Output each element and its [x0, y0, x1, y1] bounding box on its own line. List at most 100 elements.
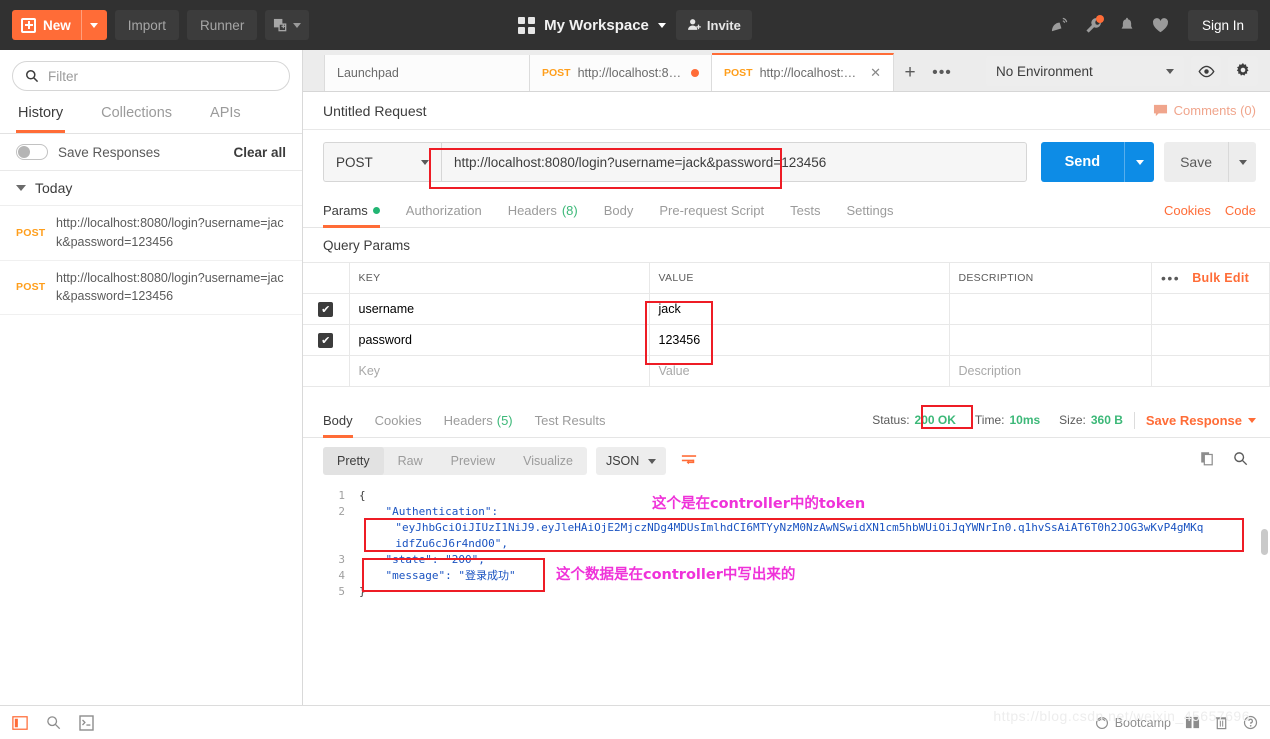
- sidebar-toggle-button[interactable]: [12, 715, 28, 731]
- clear-all-button[interactable]: Clear all: [233, 145, 286, 160]
- filter-input[interactable]: Filter: [12, 61, 290, 91]
- response-tab-test-results[interactable]: Test Results: [535, 403, 606, 438]
- view-mode-preview[interactable]: Preview: [437, 447, 509, 475]
- row-description[interactable]: [949, 324, 1152, 356]
- history-method: POST: [16, 226, 46, 239]
- row-value[interactable]: 123456: [649, 324, 950, 356]
- workspace-selector[interactable]: My Workspace: [518, 16, 666, 34]
- row-key[interactable]: username: [349, 293, 650, 325]
- heart-icon[interactable]: [1151, 16, 1170, 35]
- row-checkbox[interactable]: ✔: [318, 332, 334, 348]
- save-options-button[interactable]: [1228, 142, 1256, 182]
- request-tab-settings[interactable]: Settings: [846, 194, 893, 228]
- row-checkbox[interactable]: ✔: [318, 301, 334, 317]
- environment-area: No Environment: [986, 56, 1270, 91]
- send-button[interactable]: Send: [1040, 142, 1125, 182]
- new-button-label: New: [43, 17, 71, 33]
- url-input[interactable]: http://localhost:8080/login?username=jac…: [441, 142, 1027, 182]
- row-checkbox-cell: [303, 355, 350, 387]
- row-key[interactable]: password: [349, 324, 650, 356]
- query-params-table: KEY VALUE DESCRIPTION ••• Bulk Edit ✔ us…: [303, 262, 1270, 387]
- environment-quick-look-button[interactable]: [1191, 56, 1221, 86]
- invite-label: Invite: [706, 17, 741, 33]
- view-mode-raw[interactable]: Raw: [384, 447, 437, 475]
- response-json[interactable]: { "Authentication": "eyJhbGciOiJIUzI1NiJ…: [345, 483, 1270, 705]
- runner-button[interactable]: Runner: [187, 10, 258, 40]
- eye-icon: [1197, 65, 1215, 77]
- history-group-label: Today: [35, 180, 73, 196]
- new-value-input[interactable]: Value: [649, 355, 950, 387]
- request-title[interactable]: Untitled Request: [323, 103, 427, 119]
- code-link[interactable]: Code: [1225, 203, 1256, 218]
- import-button[interactable]: Import: [114, 10, 180, 40]
- vertical-scrollbar[interactable]: [1261, 529, 1268, 555]
- header-key: KEY: [349, 262, 650, 294]
- params-options-button[interactable]: •••: [1161, 270, 1180, 286]
- view-mode-visualize[interactable]: Visualize: [509, 447, 587, 475]
- top-bar: New Import Runner My Workspace Invite Si…: [0, 0, 1270, 50]
- request-tab-params[interactable]: Params: [323, 194, 380, 228]
- comments-label: Comments (0): [1173, 103, 1256, 118]
- send-options-button[interactable]: [1124, 142, 1155, 182]
- bell-icon[interactable]: [1118, 16, 1136, 34]
- wrench-icon[interactable]: [1084, 14, 1104, 35]
- bulk-edit-button[interactable]: Bulk Edit: [1192, 271, 1249, 285]
- new-description-input[interactable]: Description: [949, 355, 1152, 387]
- cookies-link[interactable]: Cookies: [1164, 203, 1211, 218]
- response-code-area[interactable]: 12345 { "Authentication": "eyJhbGciOiJIU…: [303, 483, 1270, 705]
- close-icon[interactable]: ✕: [870, 65, 881, 81]
- request-tab-body[interactable]: Body: [604, 194, 634, 228]
- sidebar-tab-apis[interactable]: APIs: [208, 99, 243, 133]
- save-responses-toggle[interactable]: [16, 144, 48, 160]
- tab-request-1[interactable]: POST http://localhost:8080/lo...: [530, 55, 712, 91]
- settings-button[interactable]: [1228, 56, 1258, 86]
- wrap-lines-button[interactable]: [675, 447, 703, 475]
- row-checkbox-cell: ✔: [303, 324, 350, 356]
- find-button[interactable]: [46, 715, 61, 730]
- tab-options-button[interactable]: •••: [926, 55, 958, 91]
- new-button-dropdown[interactable]: [80, 10, 107, 40]
- new-key-input[interactable]: Key: [349, 355, 650, 387]
- row-value[interactable]: jack: [649, 293, 950, 325]
- invite-button[interactable]: Invite: [675, 10, 752, 40]
- save-responses-row: Save Responses Clear all: [0, 134, 302, 171]
- method-selector[interactable]: POST: [323, 142, 441, 182]
- response-body-toolbar: Pretty Raw Preview Visualize JSON: [303, 438, 1270, 483]
- response-tab-body[interactable]: Body: [323, 403, 353, 438]
- new-window-button[interactable]: [265, 10, 310, 40]
- response-tab-cookies[interactable]: Cookies: [375, 403, 422, 438]
- tab-launchpad[interactable]: Launchpad: [324, 55, 530, 91]
- satellite-icon[interactable]: [1050, 16, 1069, 35]
- comments-button[interactable]: Comments (0): [1153, 103, 1256, 118]
- annotation-text-token: 这个是在controller中的token: [652, 496, 866, 512]
- console-button[interactable]: [79, 714, 94, 731]
- response-tab-headers[interactable]: Headers (5): [444, 403, 513, 438]
- request-tab-pre-request-script[interactable]: Pre-request Script: [659, 194, 764, 228]
- tab-request-2[interactable]: POST http://localhost:8080/lo... ✕: [712, 53, 894, 91]
- view-mode-pretty[interactable]: Pretty: [323, 447, 384, 475]
- sidebar-tab-collections[interactable]: Collections: [99, 99, 174, 133]
- request-tab-tests[interactable]: Tests: [790, 194, 820, 228]
- sidebar-tab-history[interactable]: History: [16, 99, 66, 133]
- add-tab-button[interactable]: +: [894, 55, 926, 91]
- search-icon: [1234, 452, 1248, 466]
- save-request-button[interactable]: Save: [1164, 142, 1228, 182]
- workspace-name: My Workspace: [544, 16, 649, 34]
- save-response-button[interactable]: Save Response: [1146, 413, 1256, 428]
- chevron-down-icon: [1238, 159, 1247, 165]
- response-tabs: Body Cookies Headers (5) Test Results St…: [303, 403, 1270, 438]
- copy-button[interactable]: [1200, 451, 1215, 471]
- history-group-today[interactable]: Today: [0, 171, 302, 206]
- format-selector[interactable]: JSON: [595, 447, 667, 475]
- tab-title: http://localhost:8080/lo...: [577, 66, 684, 80]
- row-description[interactable]: [949, 293, 1152, 325]
- sign-in-button[interactable]: Sign In: [1187, 9, 1258, 41]
- request-tab-authorization[interactable]: Authorization: [406, 194, 482, 228]
- history-item[interactable]: POST http://localhost:8080/login?usernam…: [0, 206, 302, 261]
- new-button[interactable]: New: [12, 10, 107, 40]
- time-value: 10ms: [1009, 413, 1041, 427]
- search-response-button[interactable]: [1233, 451, 1248, 471]
- environment-selector[interactable]: No Environment: [986, 56, 1184, 86]
- history-item[interactable]: POST http://localhost:8080/login?usernam…: [0, 261, 302, 315]
- request-tab-headers[interactable]: Headers (8): [508, 194, 578, 228]
